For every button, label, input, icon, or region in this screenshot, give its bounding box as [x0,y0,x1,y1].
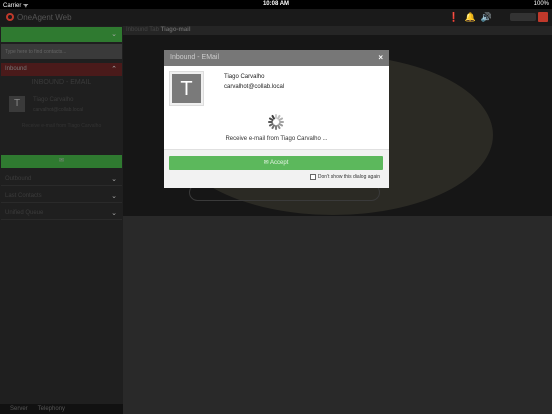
contact-name: Tiago Carvalho [33,97,74,103]
dialog-status: Receive e-mail from Tiago Carvalho ... [225,136,328,142]
battery-indicator: 100% [533,1,549,7]
dialog-title: Inbound - EMail [170,54,220,61]
dont-show-label: Don't show this dialog again [317,174,380,180]
contact-status: Receive e-mail from Tiago Carvalho [21,123,102,129]
email-action-button[interactable]: ✉ [1,155,122,168]
chevron-down-icon: ⌄ [111,210,117,217]
user-menu[interactable] [510,13,536,21]
sidebar-item-unified-queue[interactable]: Unified Queue ⌄ [1,205,122,220]
app-title: OneAgent Web [17,13,72,22]
status-bar: Carrier ᯤ 10:08 AM 100% [0,0,552,9]
caller-avatar: T [169,71,204,106]
checkbox[interactable] [309,174,316,180]
volume-icon[interactable]: 🔊 [481,12,492,23]
caller-email: carvalhot@collab.local [224,84,285,90]
avatar[interactable] [538,12,548,22]
breadcrumb: Inbound Tab Tiago-mail [123,26,552,35]
main-panel [123,216,552,414]
bell-icon[interactable]: 🔔 [465,12,476,23]
search-input[interactable]: Type here to find contacts... [1,44,122,59]
sidebar-item-label: Outbound [5,176,32,182]
chevron-down-icon: ⌄ [111,31,117,38]
accept-label: Accept [270,160,289,166]
envelope-icon: ✉ [58,158,65,164]
dialog-header: Inbound - EMail × [164,50,389,66]
breadcrumb-current: Tiago-mail [160,27,191,33]
contact-avatar: T [9,96,25,112]
sidebar-item-last-contacts[interactable]: Last Contacts ⌄ [1,188,122,203]
loading-spinner-icon [268,114,284,130]
header-icons: ❗ 🔔 🔊 [448,12,492,23]
dont-show-checkbox[interactable]: Don't show this dialog again [309,174,380,180]
tab-telephony[interactable]: Telephony [38,406,65,412]
spinner-tick [275,125,277,130]
app-logo-icon [6,13,14,21]
contact-card[interactable]: T Tiago Carvalho carvalhot@collab.local … [1,89,122,144]
inbound-email-dialog: Inbound - EMail × T Tiago Carvalho carva… [164,50,389,188]
sidebar-item-label: Unified Queue [5,210,44,216]
contact-email: carvalhot@collab.local [33,107,84,113]
clock: 10:08 AM [262,1,290,7]
status-selector[interactable]: ⌄ [1,27,122,42]
chevron-down-icon: ⌄ [111,193,117,200]
active-contact-heading: INBOUND - EMAIL [31,79,92,86]
sidebar: ⌄ Type here to find contacts... Inbound … [0,26,123,404]
sidebar-item-label: Last Contacts [5,193,42,199]
section-title: Inbound [5,66,27,72]
tab-server[interactable]: Server [10,406,28,412]
caller-name: Tiago Carvalho [224,74,265,80]
chevron-up-icon: ⌃ [111,66,117,73]
chevron-down-icon: ⌄ [111,176,117,183]
dialog-footer: ✉ Accept Don't show this dialog again [164,149,389,188]
breadcrumb-prefix[interactable]: Inbound Tab [126,27,159,33]
alert-icon[interactable]: ❗ [448,12,459,23]
bottom-tabs: Server Telephony [0,404,123,414]
app-header: OneAgent Web ❗ 🔔 🔊 [0,9,552,26]
accept-button[interactable]: ✉ Accept [169,156,383,170]
section-header[interactable]: Inbound ⌃ [1,63,122,76]
close-icon[interactable]: × [378,53,383,62]
sidebar-item-outbound[interactable]: Outbound ⌄ [1,171,122,186]
